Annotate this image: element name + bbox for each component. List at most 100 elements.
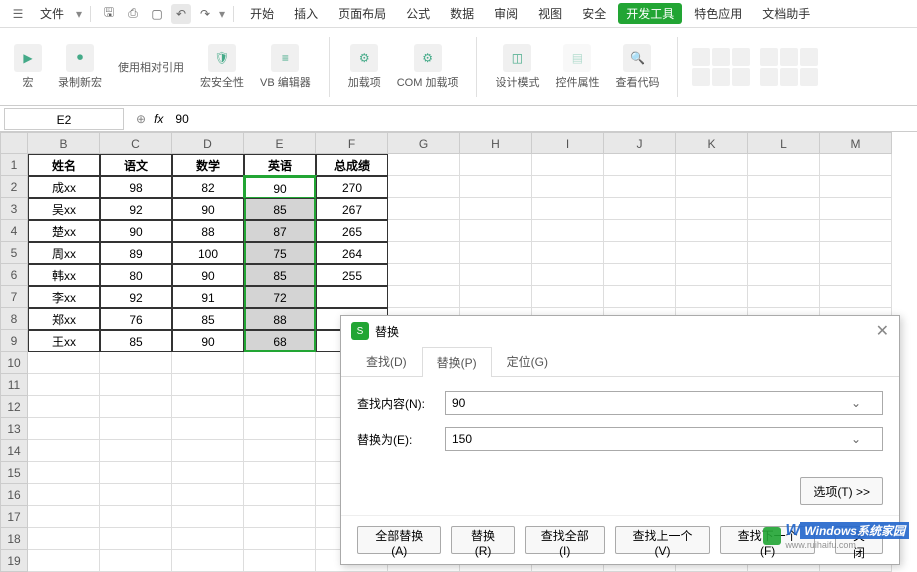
cell[interactable]: 88 (172, 220, 244, 242)
cell[interactable] (100, 462, 172, 484)
cell[interactable] (244, 528, 316, 550)
cell[interactable] (748, 176, 820, 198)
cell[interactable]: 85 (244, 264, 316, 286)
row-header[interactable]: 1 (0, 154, 28, 176)
row-header[interactable]: 13 (0, 418, 28, 440)
cell[interactable]: 88 (244, 308, 316, 330)
cell[interactable] (748, 242, 820, 264)
row-header[interactable]: 10 (0, 352, 28, 374)
checkbox-control-icon[interactable] (692, 48, 710, 66)
cell[interactable] (172, 396, 244, 418)
col-header[interactable]: M (820, 132, 892, 154)
row-header[interactable]: 15 (0, 462, 28, 484)
col-header[interactable]: K (676, 132, 748, 154)
cell[interactable]: 李xx (28, 286, 100, 308)
cell[interactable]: 90 (172, 198, 244, 220)
cell[interactable] (100, 418, 172, 440)
cell[interactable] (100, 528, 172, 550)
cell[interactable] (532, 198, 604, 220)
cell[interactable] (244, 506, 316, 528)
zoom-icon[interactable]: ⊕ (136, 112, 146, 126)
replace-one-button[interactable]: 替换(R) (451, 526, 514, 554)
cell[interactable]: 92 (100, 198, 172, 220)
tab-start[interactable]: 开始 (242, 2, 282, 25)
addins-button[interactable]: ⚙加载项 (344, 44, 385, 90)
cell[interactable]: 68 (244, 330, 316, 352)
macro-security-button[interactable]: 🛡宏安全性 (196, 44, 248, 90)
cell[interactable] (604, 286, 676, 308)
cell[interactable] (676, 220, 748, 242)
cell[interactable]: 92 (100, 286, 172, 308)
tab-developer[interactable]: 开发工具 (618, 3, 682, 24)
cell[interactable] (172, 506, 244, 528)
cell[interactable] (748, 264, 820, 286)
col-header[interactable]: B (28, 132, 100, 154)
cell[interactable]: 76 (100, 308, 172, 330)
file-menu[interactable]: 文件 (32, 2, 72, 25)
more-control-icon[interactable] (800, 68, 818, 86)
cell[interactable]: 91 (172, 286, 244, 308)
row-header[interactable]: 6 (0, 264, 28, 286)
cell[interactable]: 成xx (28, 176, 100, 198)
dropdown-icon[interactable]: ▾ (76, 7, 82, 21)
col-header[interactable]: L (748, 132, 820, 154)
cell[interactable] (532, 176, 604, 198)
cell[interactable] (460, 220, 532, 242)
cell[interactable] (244, 484, 316, 506)
find-prev-button[interactable]: 查找上一个(V) (615, 526, 710, 554)
save-icon[interactable]: 🖫 (99, 4, 119, 24)
tab-formula[interactable]: 公式 (398, 2, 438, 25)
dialog-titlebar[interactable]: S 替换 ✕ (341, 316, 899, 346)
redo-icon[interactable]: ↷ (195, 4, 215, 24)
tab-goto[interactable]: 定位(G) (492, 346, 563, 376)
cell[interactable]: 90 (172, 264, 244, 286)
tab-dochelper[interactable]: 文档助手 (754, 2, 818, 25)
cell[interactable] (100, 550, 172, 572)
cell[interactable]: 周xx (28, 242, 100, 264)
cell[interactable]: 255 (316, 264, 388, 286)
col-header[interactable]: D (172, 132, 244, 154)
col-header[interactable]: C (100, 132, 172, 154)
cell[interactable] (676, 176, 748, 198)
row-header[interactable]: 7 (0, 286, 28, 308)
row-header[interactable]: 4 (0, 220, 28, 242)
cell[interactable] (28, 484, 100, 506)
cell[interactable] (388, 176, 460, 198)
cell[interactable] (820, 176, 892, 198)
cell[interactable]: 89 (100, 242, 172, 264)
row-header[interactable]: 9 (0, 330, 28, 352)
row-header[interactable]: 16 (0, 484, 28, 506)
tab-find[interactable]: 查找(D) (351, 346, 422, 376)
textbox-control-icon[interactable] (712, 48, 730, 66)
cell[interactable]: 90 (244, 176, 316, 198)
cell[interactable]: 85 (172, 308, 244, 330)
cell[interactable]: 85 (100, 330, 172, 352)
view-code-button[interactable]: 🔍查看代码 (611, 44, 663, 90)
row-header[interactable]: 5 (0, 242, 28, 264)
cell[interactable] (748, 286, 820, 308)
cell[interactable] (676, 286, 748, 308)
cell[interactable] (604, 154, 676, 176)
cell[interactable] (244, 396, 316, 418)
controls-palette[interactable] (692, 48, 752, 86)
cell[interactable]: 语文 (100, 154, 172, 176)
cell[interactable] (748, 154, 820, 176)
row-header[interactable]: 14 (0, 440, 28, 462)
row-header[interactable]: 2 (0, 176, 28, 198)
cell[interactable] (460, 242, 532, 264)
cell[interactable] (604, 264, 676, 286)
combo-control-icon[interactable] (692, 68, 710, 86)
cell[interactable]: 英语 (244, 154, 316, 176)
radio-control-icon[interactable] (732, 68, 750, 86)
cell[interactable]: 王xx (28, 330, 100, 352)
toggle-control-icon[interactable] (780, 68, 798, 86)
record-macro-button[interactable]: ⏺录制新宏 (54, 44, 106, 90)
cell[interactable] (172, 440, 244, 462)
cell[interactable]: 数学 (172, 154, 244, 176)
cell[interactable] (676, 198, 748, 220)
preview-icon[interactable]: ▢ (147, 4, 167, 24)
scroll-control-icon[interactable] (760, 68, 778, 86)
cell[interactable] (676, 154, 748, 176)
cell[interactable] (532, 264, 604, 286)
cell[interactable]: 80 (100, 264, 172, 286)
